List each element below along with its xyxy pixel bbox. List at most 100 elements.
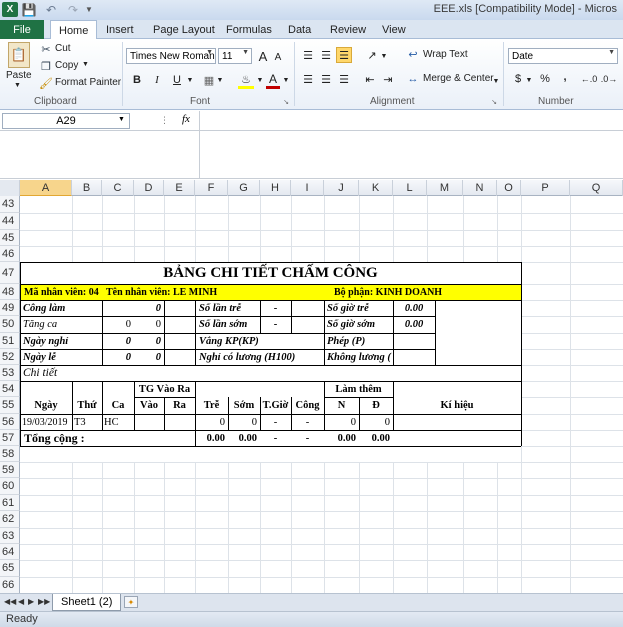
excel-icon[interactable]: X: [2, 2, 18, 17]
orientation-dropdown-icon[interactable]: ▼: [380, 50, 388, 62]
column-header-c[interactable]: C: [102, 180, 134, 196]
number-format-select[interactable]: Date ▼: [508, 48, 618, 64]
row-header[interactable]: 46: [0, 246, 20, 262]
font-size-select[interactable]: 11 ▼: [218, 48, 252, 64]
row-header[interactable]: 43: [0, 196, 20, 213]
row-header[interactable]: 59: [0, 462, 20, 478]
row-header[interactable]: 50: [0, 316, 20, 333]
row-header[interactable]: 65: [0, 560, 20, 577]
tab-formulas[interactable]: Formulas: [226, 20, 272, 39]
row-header[interactable]: 49: [0, 300, 20, 316]
wrap-text-button[interactable]: Wrap Text: [423, 49, 468, 60]
column-header-o[interactable]: O: [497, 180, 521, 196]
row-header[interactable]: 48: [0, 284, 20, 300]
font-dialog-launcher-icon[interactable]: ↘: [282, 97, 290, 107]
row-header[interactable]: 54: [0, 381, 20, 397]
name-box-dropdown-icon[interactable]: ▼: [118, 116, 125, 123]
row-header[interactable]: 56: [0, 414, 20, 430]
fill-color-icon[interactable]: ♨: [238, 71, 254, 87]
row-header[interactable]: 53: [0, 365, 20, 381]
column-header-p[interactable]: P: [521, 180, 570, 196]
column-header-i[interactable]: I: [291, 180, 324, 196]
merge-dropdown-icon[interactable]: ▼: [492, 75, 500, 87]
bold-button[interactable]: B: [130, 72, 144, 88]
row-header[interactable]: 63: [0, 528, 20, 544]
row-header[interactable]: 58: [0, 446, 20, 462]
paste-button[interactable]: Paste: [6, 70, 32, 81]
column-header-q[interactable]: Q: [570, 180, 623, 196]
tab-review[interactable]: Review: [330, 20, 366, 39]
worksheet-grid[interactable]: A B C D E F G H I J K L M N O P Q 43 44 …: [0, 180, 623, 593]
tab-page-layout[interactable]: Page Layout: [153, 20, 215, 39]
row-header[interactable]: 57: [0, 430, 20, 446]
underline-dropdown-icon[interactable]: ▼: [186, 74, 194, 86]
font-color-dropdown-icon[interactable]: ▼: [282, 74, 290, 86]
row-header[interactable]: 51: [0, 333, 20, 349]
borders-icon[interactable]: ▦: [202, 72, 216, 88]
row-header[interactable]: 61: [0, 495, 20, 511]
row-header[interactable]: 60: [0, 478, 20, 495]
row-header[interactable]: 55: [0, 397, 20, 414]
customize-quick-access-icon[interactable]: ▼: [84, 2, 94, 17]
row-header[interactable]: 62: [0, 511, 20, 528]
fill-color-dropdown-icon[interactable]: ▼: [256, 74, 264, 86]
increase-decimal-icon[interactable]: ←.0: [580, 71, 598, 87]
copy-dropdown-icon[interactable]: ▼: [82, 61, 89, 68]
decrease-indent-icon[interactable]: ⇤: [362, 71, 378, 87]
save-icon[interactable]: 💾: [22, 2, 37, 17]
alignment-dialog-launcher-icon[interactable]: ↘: [490, 97, 498, 107]
next-sheet-icon[interactable]: ▶: [28, 597, 34, 606]
column-header-m[interactable]: M: [427, 180, 463, 196]
row-header[interactable]: 52: [0, 349, 20, 365]
insert-function-icon[interactable]: fx: [182, 113, 196, 129]
tab-home[interactable]: Home: [50, 20, 98, 40]
column-header-g[interactable]: G: [228, 180, 260, 196]
first-sheet-icon[interactable]: ◀◀: [4, 597, 16, 606]
borders-dropdown-icon[interactable]: ▼: [216, 74, 224, 86]
column-header-e[interactable]: E: [164, 180, 195, 196]
format-painter-button[interactable]: Format Painter: [55, 77, 121, 88]
row-header[interactable]: 64: [0, 544, 20, 560]
align-left-icon[interactable]: ☰: [300, 71, 316, 87]
column-header-a[interactable]: A: [20, 180, 72, 196]
select-all-button[interactable]: [0, 180, 20, 196]
shrink-font-button[interactable]: A: [272, 50, 284, 64]
column-header-k[interactable]: K: [359, 180, 393, 196]
increase-indent-icon[interactable]: ⇥: [380, 71, 396, 87]
redo-icon[interactable]: ↷: [66, 2, 80, 17]
column-header-l[interactable]: L: [393, 180, 427, 196]
sheet-tab-active[interactable]: Sheet1 (2): [52, 594, 122, 611]
percent-button[interactable]: %: [538, 71, 552, 87]
column-header-j[interactable]: J: [324, 180, 359, 196]
decrease-decimal-icon[interactable]: .0→: [600, 71, 618, 87]
paste-dropdown-icon[interactable]: ▼: [14, 82, 21, 89]
italic-button[interactable]: I: [150, 72, 164, 88]
column-header-h[interactable]: H: [260, 180, 291, 196]
tab-data[interactable]: Data: [288, 20, 311, 39]
align-top-icon[interactable]: ☰: [300, 47, 316, 63]
name-box[interactable]: A29: [2, 113, 130, 129]
font-color-button[interactable]: A: [266, 71, 280, 86]
orientation-icon[interactable]: ↗: [364, 47, 380, 63]
prev-sheet-icon[interactable]: ◀: [18, 597, 24, 606]
align-bottom-icon[interactable]: ☰: [336, 47, 352, 63]
tab-file[interactable]: File: [0, 20, 44, 39]
grow-font-button[interactable]: A: [256, 48, 270, 64]
undo-icon[interactable]: ↶: [44, 2, 58, 17]
formula-expanded-area[interactable]: [0, 131, 623, 179]
copy-button[interactable]: Copy: [55, 60, 78, 71]
font-name-select[interactable]: Times New Roman ▼: [126, 48, 216, 64]
row-header[interactable]: 47: [0, 262, 20, 284]
cut-button[interactable]: Cut: [55, 43, 71, 54]
underline-button[interactable]: U: [170, 72, 184, 88]
align-center-icon[interactable]: ☰: [318, 71, 334, 87]
currency-button[interactable]: $: [512, 71, 524, 87]
row-header[interactable]: 45: [0, 230, 20, 246]
merge-center-button[interactable]: Merge & Center: [423, 73, 494, 84]
column-header-f[interactable]: F: [195, 180, 228, 196]
row-header[interactable]: 44: [0, 213, 20, 230]
row-header[interactable]: 66: [0, 577, 20, 593]
column-header-d[interactable]: D: [134, 180, 164, 196]
last-sheet-icon[interactable]: ▶▶: [38, 597, 50, 606]
column-header-b[interactable]: B: [72, 180, 102, 196]
